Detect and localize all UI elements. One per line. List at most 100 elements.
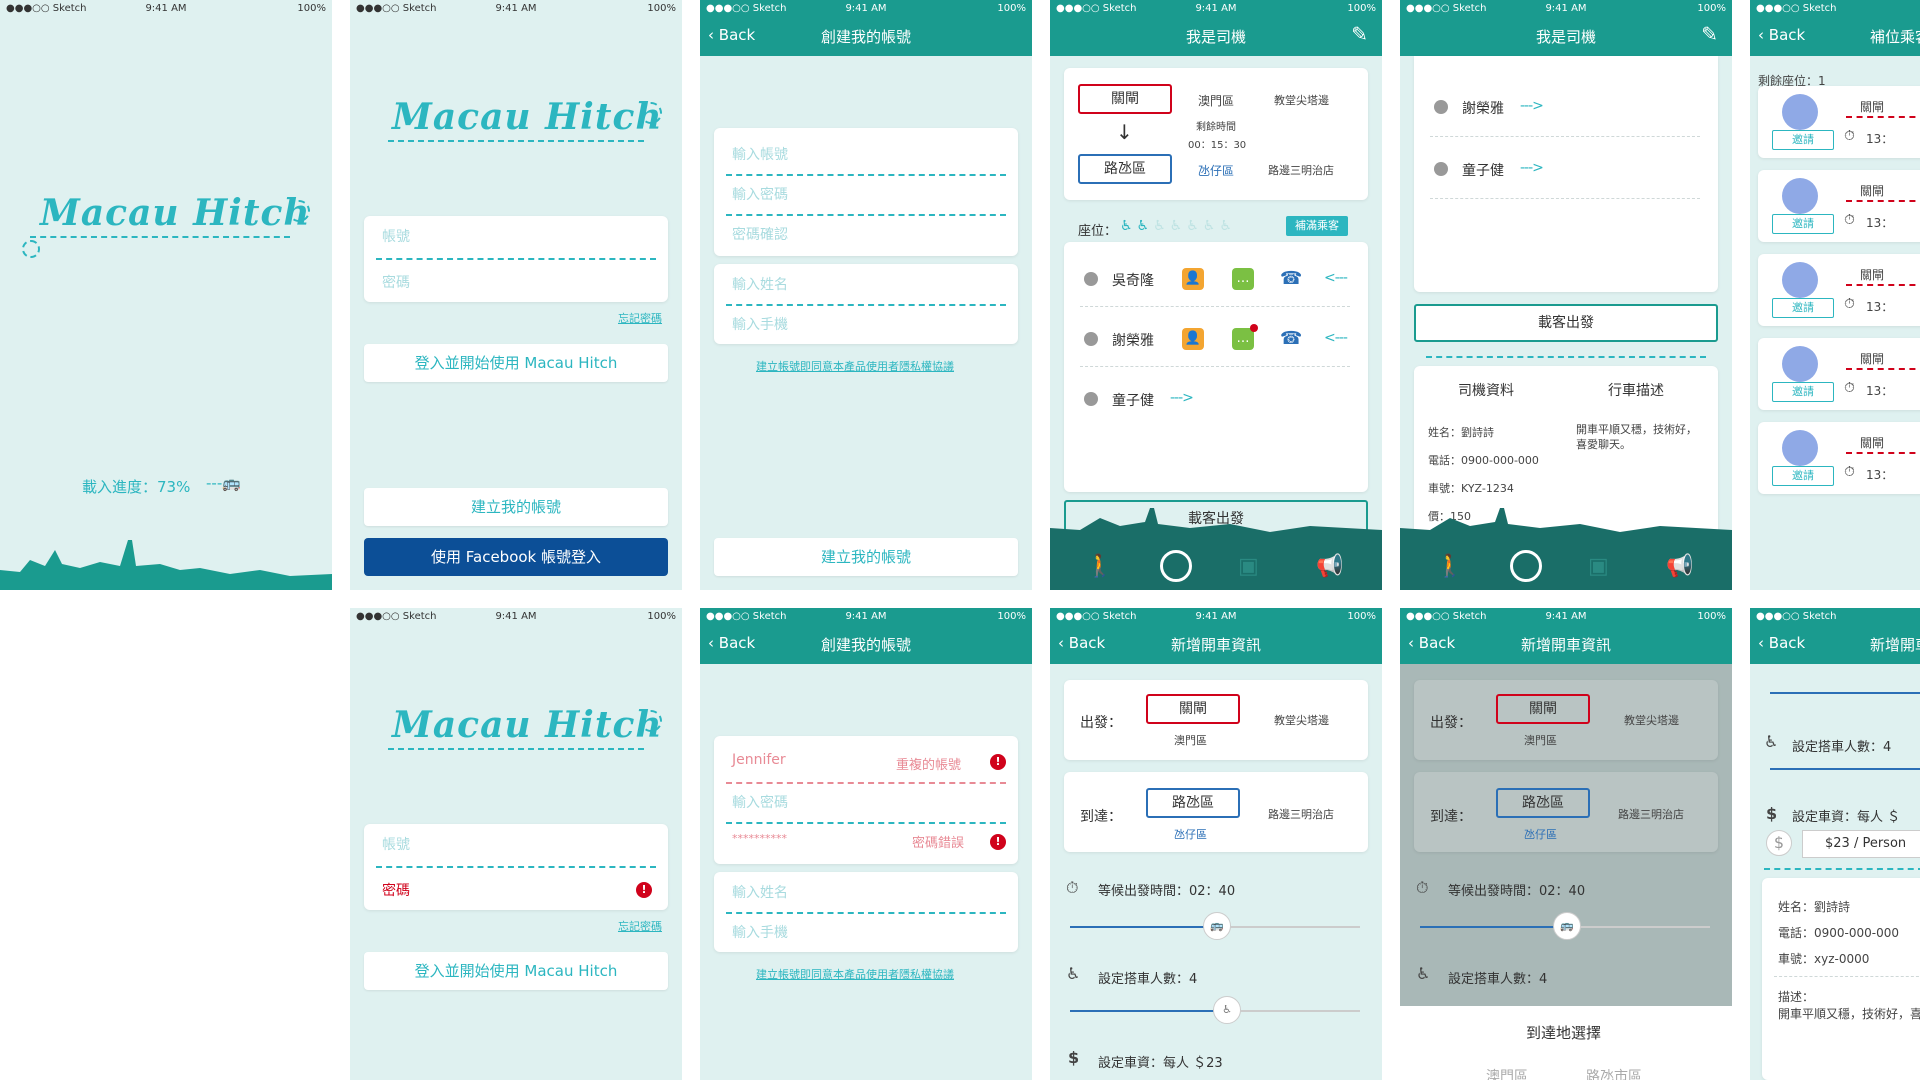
invite-button[interactable]: 邀請	[1772, 382, 1834, 402]
walk-icon[interactable]: 🚶	[1436, 554, 1463, 579]
status-bar: ●●●○○ Sketch	[1756, 611, 1837, 622]
back-button[interactable]: ‹ Back	[1758, 634, 1805, 652]
confirm-password-input[interactable]: 密碼確認	[732, 224, 788, 244]
forgot-password-link[interactable]: 忘記密碼	[618, 310, 662, 326]
bus-icon[interactable]: 🚌	[1553, 912, 1581, 940]
candidate-time: 13：	[1866, 132, 1894, 146]
destination-box[interactable]: 路氹區	[1078, 154, 1172, 184]
phone-input[interactable]: 輸入手機	[732, 314, 788, 334]
origin-spot: 教堂尖塔邊	[1274, 714, 1329, 727]
divider	[1846, 452, 1920, 454]
origin-area: 澳門區	[1524, 734, 1557, 747]
password-input[interactable]: 輸入密碼	[732, 792, 788, 812]
logo-ring	[640, 710, 662, 732]
passenger-name: 童子健	[1462, 163, 1504, 179]
passenger-list	[1414, 56, 1718, 292]
account-input[interactable]: 輸入帳號	[732, 144, 788, 164]
page-title: 新增開車資訊	[1870, 636, 1920, 654]
password-input[interactable]: 密碼	[382, 880, 410, 900]
terms-link[interactable]: 建立帳號即同意本產品使用者隱私權協議	[756, 966, 954, 982]
phone-input[interactable]: 輸入手機	[732, 922, 788, 942]
logo-ring	[640, 102, 662, 124]
terms-link[interactable]: 建立帳號即同意本產品使用者隱私權協議	[756, 358, 954, 374]
driver-plate: 車號：xyz-0000	[1778, 952, 1870, 966]
status-bar: ●●●○○ Sketch 9:41 AM 100%	[6, 3, 326, 14]
profile-tab-icon[interactable]: ▣	[1238, 554, 1259, 579]
divider	[1846, 116, 1920, 118]
origin-box[interactable]: 關閘	[1496, 694, 1590, 724]
passenger-name: 謝榮雅	[1462, 101, 1504, 117]
create-account-button[interactable]: 建立我的帳號	[714, 538, 1018, 576]
chevron-left-icon: ‹	[1758, 26, 1769, 44]
page-title: 我是司機	[1185, 28, 1246, 46]
divider	[726, 822, 1006, 824]
dollar-icon: $	[1068, 1048, 1080, 1067]
login-button[interactable]: 登入並開始使用 Macau Hitch	[364, 344, 668, 382]
walk-icon[interactable]: 🚶	[1086, 554, 1113, 579]
bus-icon[interactable]: 🚌	[1203, 912, 1231, 940]
app-logo: Macau Hitch	[392, 704, 663, 746]
chat-icon[interactable]: …	[1232, 268, 1254, 290]
password-input[interactable]: 輸入密碼	[732, 184, 788, 204]
megaphone-icon[interactable]: 📢	[1666, 554, 1693, 579]
fill-passengers-button[interactable]: 補滿乘客	[1286, 216, 1348, 236]
profile-tab-icon[interactable]: ▣	[1588, 554, 1609, 579]
nav-bar: ●●●○○ Sketch ‹ Back 新增開車資訊	[1750, 608, 1920, 664]
divider	[1430, 136, 1700, 137]
invite-button[interactable]: 邀請	[1772, 214, 1834, 234]
destination-box[interactable]: 路氹區	[1496, 788, 1590, 818]
picker-option[interactable]: 澳門區	[1486, 1066, 1528, 1080]
picker-option[interactable]: 路氹市區	[1586, 1066, 1642, 1080]
account-input[interactable]: 帳號	[382, 834, 410, 854]
seat-knob-icon[interactable]: ♿	[1213, 996, 1241, 1024]
account-input[interactable]: Jennifer	[732, 752, 786, 768]
driver-phone: 電話：0900-000-000	[1428, 454, 1539, 467]
avatar	[1782, 178, 1818, 214]
driver-info-title: 司機資料	[1458, 383, 1514, 399]
steering-wheel-icon[interactable]	[1160, 550, 1192, 582]
divider	[726, 174, 1006, 176]
edit-icon[interactable]: ✎	[1351, 22, 1368, 46]
back-button[interactable]: ‹ Back	[1758, 26, 1805, 44]
destination-box[interactable]: 路氹區	[1146, 788, 1240, 818]
destination-spot: 路邊三明治店	[1268, 164, 1334, 177]
name-input[interactable]: 輸入姓名	[732, 882, 788, 902]
app-logo: Macau Hitch	[392, 96, 663, 138]
slider[interactable]	[1770, 692, 1920, 694]
name-input[interactable]: 輸入姓名	[732, 274, 788, 294]
login-button[interactable]: 登入並開始使用 Macau Hitch	[364, 952, 668, 990]
trip-description: 開車平順又穩，技術好，喜愛聊天。	[1778, 1007, 1920, 1021]
avatar	[1782, 262, 1818, 298]
fare-input[interactable]: $23 / Person	[1802, 830, 1920, 858]
phone-icon[interactable]: ☎	[1280, 268, 1302, 290]
profile-icon[interactable]: 👤	[1182, 268, 1204, 290]
account-input[interactable]: 帳號	[382, 226, 410, 246]
divider	[1426, 356, 1706, 358]
phone-icon[interactable]: ☎	[1280, 328, 1302, 350]
invite-button[interactable]: 邀請	[1772, 466, 1834, 486]
invite-button[interactable]: 邀請	[1772, 130, 1834, 150]
candidate-origin: 關閘	[1860, 268, 1885, 282]
nav-bar: ●●●○○ Sketch ‹ Back 補位乘客	[1750, 0, 1920, 56]
divider	[376, 258, 656, 260]
remaining-time: 00：15：30	[1188, 140, 1247, 151]
create-account-button[interactable]: 建立我的帳號	[364, 488, 668, 526]
steering-wheel-icon[interactable]	[1510, 550, 1542, 582]
megaphone-icon[interactable]: 📢	[1316, 554, 1343, 579]
forgot-password-link[interactable]: 忘記密碼	[618, 918, 662, 934]
password-input[interactable]: 密碼	[382, 272, 410, 292]
edit-icon[interactable]: ✎	[1701, 22, 1718, 46]
seat-count-slider[interactable]	[1770, 768, 1920, 770]
nav-bar: ●●●○○ Sketch 9:41 AM 100% ‹ Back 創建我的帳號	[700, 0, 1032, 56]
origin-box[interactable]: 關閘	[1146, 694, 1240, 724]
progress-label: 載入進度：73%	[82, 478, 191, 496]
facebook-login-button[interactable]: 使用 Facebook 帳號登入	[364, 538, 668, 576]
depart-button[interactable]: 載客出發	[1414, 304, 1718, 342]
arrive-label: 到達：	[1080, 809, 1122, 825]
confirm-password-input[interactable]: **********	[732, 832, 787, 845]
origin-box[interactable]: 關閘	[1078, 84, 1172, 114]
invite-button[interactable]: 邀請	[1772, 298, 1834, 318]
chat-icon[interactable]: …	[1232, 328, 1254, 350]
app-logo: Macau Hitch	[40, 192, 311, 234]
profile-icon[interactable]: 👤	[1182, 328, 1204, 350]
